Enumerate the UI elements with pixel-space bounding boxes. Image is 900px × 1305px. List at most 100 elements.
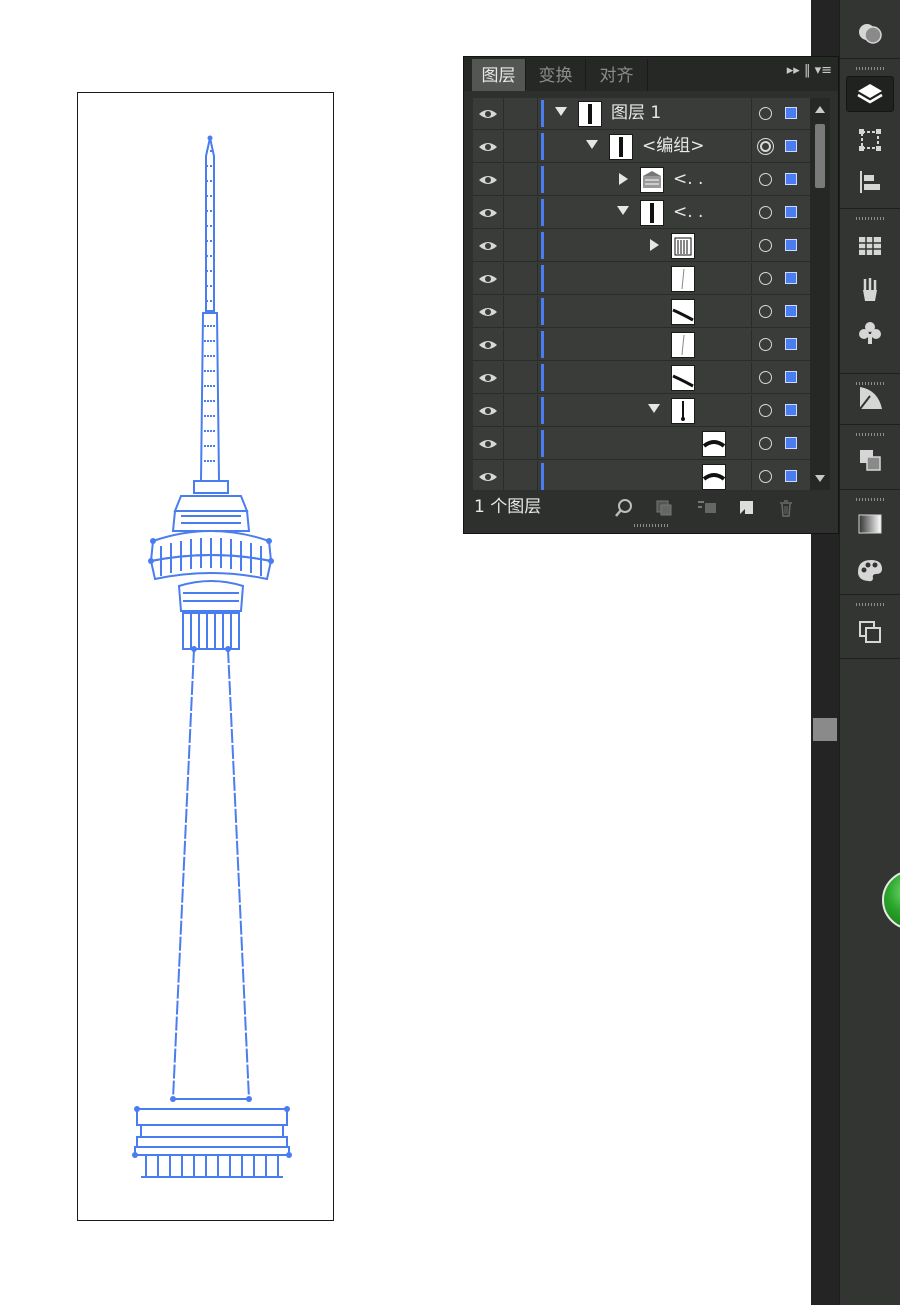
- selection-square[interactable]: [785, 305, 797, 317]
- target-circle-icon[interactable]: [759, 272, 772, 285]
- lock-toggle[interactable]: [504, 164, 538, 195]
- lock-toggle[interactable]: [504, 197, 538, 228]
- lock-toggle[interactable]: [504, 98, 538, 129]
- selection-square[interactable]: [785, 239, 797, 251]
- create-new-layer-icon[interactable]: [736, 498, 756, 518]
- target-circle-icon[interactable]: [759, 338, 772, 351]
- pathfinder-icon[interactable]: [846, 442, 894, 478]
- create-sublayer-icon[interactable]: [696, 498, 716, 518]
- visibility-eye-icon[interactable]: [473, 131, 504, 162]
- layer-name[interactable]: <. .: [673, 164, 703, 195]
- layer-row[interactable]: [473, 395, 810, 427]
- scroll-up-icon[interactable]: [815, 106, 825, 113]
- scroll-down-icon[interactable]: [815, 475, 825, 482]
- target-circle-icon[interactable]: [759, 305, 772, 318]
- appearance-icon[interactable]: [846, 15, 894, 51]
- lock-toggle[interactable]: [504, 263, 538, 294]
- target-circle-icon[interactable]: [759, 371, 772, 384]
- selection-square[interactable]: [785, 470, 797, 482]
- selection-square[interactable]: [785, 404, 797, 416]
- lock-toggle[interactable]: [504, 329, 538, 360]
- brushes-icon[interactable]: [846, 272, 894, 308]
- layer-row[interactable]: <编组>: [473, 131, 810, 163]
- target-circle-icon[interactable]: [759, 470, 772, 483]
- visibility-eye-icon[interactable]: [473, 230, 504, 261]
- tab-layers[interactable]: 图层: [472, 59, 526, 91]
- dock-grip[interactable]: [856, 67, 884, 70]
- target-circle-icon[interactable]: [759, 404, 772, 417]
- layer-row[interactable]: 图层 1: [473, 98, 810, 130]
- lock-toggle[interactable]: [504, 461, 538, 490]
- layer-name[interactable]: <编组>: [642, 131, 705, 162]
- visibility-eye-icon[interactable]: [473, 296, 504, 327]
- artboard[interactable]: [77, 92, 334, 1221]
- transform-icon[interactable]: [846, 122, 894, 158]
- layer-row[interactable]: [473, 263, 810, 295]
- target-circle-icon[interactable]: [759, 206, 772, 219]
- swatches-icon[interactable]: [846, 228, 894, 264]
- lock-toggle[interactable]: [504, 230, 538, 261]
- layer-row[interactable]: <. .: [473, 164, 810, 196]
- visibility-eye-icon[interactable]: [473, 362, 504, 393]
- dock-grip[interactable]: [856, 603, 884, 606]
- scrollbar-thumb[interactable]: [815, 124, 825, 188]
- tab-align[interactable]: 对齐: [586, 59, 648, 91]
- gradient-icon[interactable]: [846, 506, 894, 542]
- selection-square[interactable]: [785, 338, 797, 350]
- lock-toggle[interactable]: [504, 362, 538, 393]
- selection-square[interactable]: [785, 437, 797, 449]
- collapse-arrow-icon[interactable]: [555, 107, 567, 116]
- selection-square[interactable]: [785, 140, 797, 152]
- make-clipping-mask-icon[interactable]: [654, 498, 674, 518]
- visibility-eye-icon[interactable]: [473, 263, 504, 294]
- expand-arrow-icon[interactable]: [650, 239, 659, 251]
- selection-square[interactable]: [785, 206, 797, 218]
- visibility-eye-icon[interactable]: [473, 461, 504, 490]
- layer-row[interactable]: [473, 296, 810, 328]
- layer-row[interactable]: [473, 362, 810, 394]
- dock-grip[interactable]: [856, 433, 884, 436]
- layer-row[interactable]: [473, 230, 810, 262]
- visibility-eye-icon[interactable]: [473, 164, 504, 195]
- tower-artwork[interactable]: [78, 93, 335, 1222]
- visibility-eye-icon[interactable]: [473, 395, 504, 426]
- color-guide-icon[interactable]: [846, 552, 894, 588]
- layer-row[interactable]: [473, 428, 810, 460]
- selection-square[interactable]: [785, 371, 797, 383]
- visibility-eye-icon[interactable]: [473, 98, 504, 129]
- target-circle-icon[interactable]: [759, 107, 772, 120]
- layer-row[interactable]: [473, 461, 810, 490]
- lock-toggle[interactable]: [504, 428, 538, 459]
- lock-toggle[interactable]: [504, 395, 538, 426]
- layer-name[interactable]: <. .: [673, 197, 703, 228]
- layer-name[interactable]: 图层 1: [611, 98, 661, 129]
- align-icon[interactable]: [846, 164, 894, 200]
- visibility-eye-icon[interactable]: [473, 197, 504, 228]
- layers-icon[interactable]: [846, 76, 894, 112]
- lock-toggle[interactable]: [504, 296, 538, 327]
- selection-square[interactable]: [785, 173, 797, 185]
- scrollbar-thumb[interactable]: [813, 718, 837, 741]
- layer-row[interactable]: [473, 329, 810, 361]
- tab-transform[interactable]: 变换: [526, 59, 586, 91]
- layers-scrollbar[interactable]: [810, 98, 830, 490]
- stroke-icon[interactable]: [846, 380, 894, 416]
- visibility-eye-icon[interactable]: [473, 428, 504, 459]
- symbols-icon[interactable]: [846, 315, 894, 351]
- delete-layer-icon[interactable]: [776, 498, 796, 518]
- target-circle-icon[interactable]: [759, 173, 772, 186]
- lock-toggle[interactable]: [504, 131, 538, 162]
- target-circle-icon[interactable]: [759, 239, 772, 252]
- target-circle-icon[interactable]: [757, 138, 774, 155]
- expand-arrow-icon[interactable]: [619, 173, 628, 185]
- layer-row[interactable]: <. .: [473, 197, 810, 229]
- selection-square[interactable]: [785, 272, 797, 284]
- locate-object-icon[interactable]: [614, 498, 634, 518]
- collapse-arrow-icon[interactable]: [617, 206, 629, 215]
- target-circle-icon[interactable]: [759, 437, 772, 450]
- selection-square[interactable]: [785, 107, 797, 119]
- dock-grip[interactable]: [856, 217, 884, 220]
- panel-menu-icon[interactable]: ▸▸ ‖ ▾≡: [787, 63, 832, 78]
- panel-resize-grip[interactable]: [634, 524, 668, 527]
- collapse-arrow-icon[interactable]: [586, 140, 598, 149]
